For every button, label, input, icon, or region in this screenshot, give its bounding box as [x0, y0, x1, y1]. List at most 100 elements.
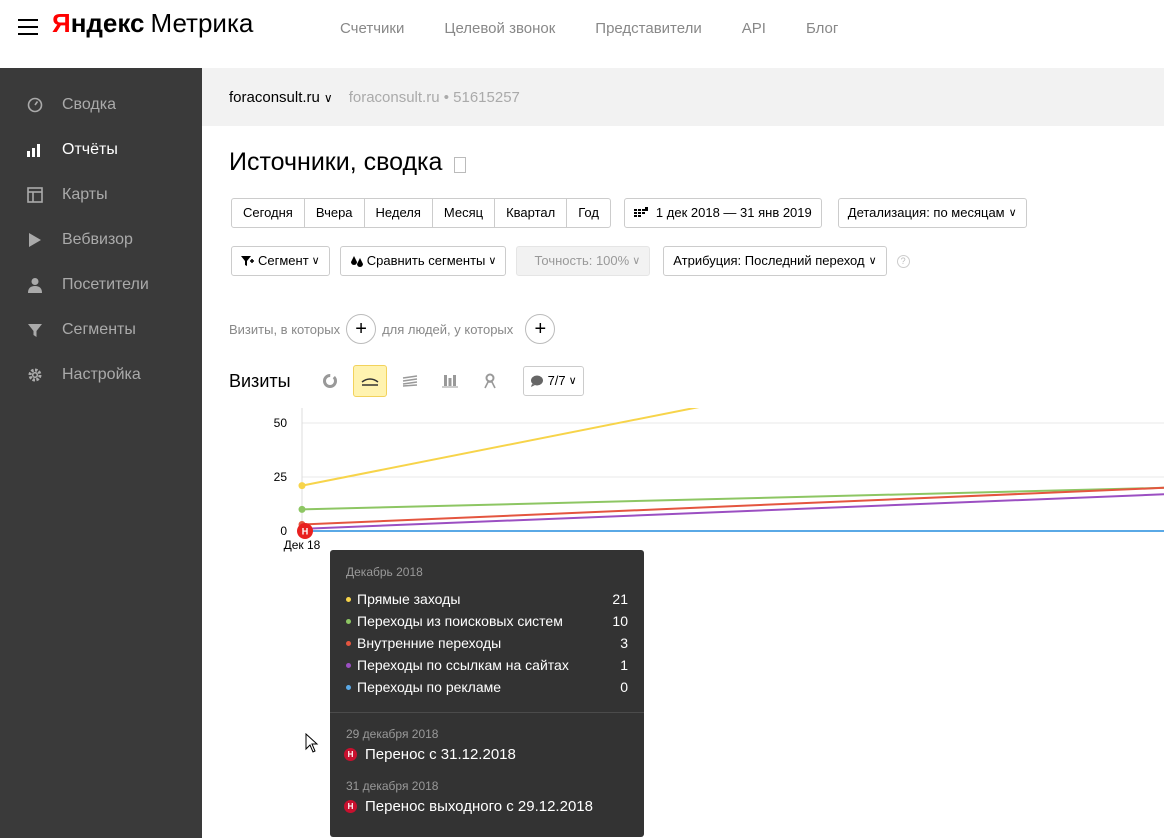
- sidebar: Сводка Отчёты Карты Вебвизор Посетители: [0, 68, 202, 838]
- series-point: [298, 482, 306, 490]
- nav-blog[interactable]: Блог: [806, 20, 838, 37]
- attribution-label: Атрибуция: Последний переход: [673, 253, 865, 268]
- period-year-button[interactable]: Год: [567, 199, 610, 227]
- accuracy-select[interactable]: Точность: 100% ∨: [516, 246, 651, 276]
- holiday-item: Н Перенос выходного с 29.12.2018: [344, 798, 593, 815]
- sidebar-item-segments[interactable]: Сегменты: [0, 307, 202, 352]
- sidebar-item-settings[interactable]: Настройка: [0, 352, 202, 397]
- y-tick-label: 50: [274, 416, 288, 430]
- sidebar-item-label: Карты: [62, 185, 108, 203]
- chevron-down-icon: ∨: [868, 255, 877, 267]
- compare-segments-button[interactable]: Сравнить сегменты ∨: [339, 246, 507, 276]
- series-count: 7/7: [547, 373, 566, 388]
- line-chart-icon[interactable]: [352, 365, 387, 397]
- area-chart-icon[interactable]: [393, 365, 427, 397]
- series-select[interactable]: 7/7 ∨: [522, 366, 584, 396]
- holiday-item: Н Перенос с 31.12.2018: [344, 746, 516, 763]
- chart-title: Визиты: [229, 370, 291, 391]
- period-month-button[interactable]: Месяц: [433, 199, 496, 227]
- holiday-marker-label: Н: [302, 527, 309, 537]
- period-quarter-button[interactable]: Квартал: [495, 199, 568, 227]
- menu-icon[interactable]: [18, 19, 38, 35]
- nav-target-call[interactable]: Целевой звонок: [444, 20, 555, 37]
- mouse-cursor-icon: [305, 733, 319, 753]
- period-row: Сегодня Вчера Неделя Месяц Квартал Год 1…: [231, 198, 1027, 228]
- tooltip-row-label: Прямые заходы: [357, 591, 461, 607]
- sidebar-item-reports[interactable]: Отчёты: [0, 127, 202, 172]
- play-icon: [26, 231, 44, 249]
- logo[interactable]: Яндекс Метрика: [52, 8, 253, 39]
- x-tick-label: Дек 18: [284, 538, 321, 552]
- period-week-button[interactable]: Неделя: [365, 199, 433, 227]
- person-icon: [26, 276, 44, 294]
- logo-product: Метрика: [150, 8, 254, 38]
- tooltip-row: Прямые заходы 21: [346, 589, 628, 609]
- tooltip-row: Переходы по рекламе 0: [346, 677, 628, 697]
- counter-selector[interactable]: foraconsult.ru ∨: [229, 89, 333, 106]
- add-visit-condition-button[interactable]: +: [346, 314, 377, 344]
- top-nav: Счетчики Целевой звонок Представители AP…: [340, 20, 878, 37]
- attribution-select[interactable]: Атрибуция: Последний переход ∨: [663, 246, 887, 276]
- sidebar-item-label: Настройка: [62, 365, 141, 383]
- counter-bar: foraconsult.ru ∨ foraconsult.ru • 5161525…: [202, 68, 1164, 126]
- y-tick-label: 0: [280, 524, 287, 538]
- chevron-down-icon: ∨: [323, 90, 333, 105]
- logo-ndex: ндекс: [70, 8, 145, 38]
- detail-label: Детализация: по месяцам: [847, 205, 1005, 220]
- period-buttons: Сегодня Вчера Неделя Месяц Квартал Год: [231, 198, 611, 228]
- tooltip-row-label: Переходы из поисковых систем: [357, 613, 563, 629]
- series-line: [301, 408, 700, 487]
- map-pin-icon[interactable]: [473, 365, 507, 397]
- bookmark-icon[interactable]: [454, 156, 467, 173]
- nav-api[interactable]: API: [742, 20, 766, 37]
- compare-label: Сравнить сегменты: [366, 253, 486, 268]
- period-yesterday-button[interactable]: Вчера: [305, 199, 365, 227]
- visits-condition-label: Визиты, в которых: [229, 321, 341, 337]
- sidebar-item-maps[interactable]: Карты: [0, 172, 202, 217]
- sidebar-item-label: Посетители: [62, 275, 149, 293]
- series-dot-ads: [346, 684, 351, 690]
- funnel-icon: [26, 321, 44, 339]
- nav-counters[interactable]: Счетчики: [340, 20, 404, 37]
- bar-chart-icon: [26, 141, 44, 159]
- sidebar-item-visitors[interactable]: Посетители: [0, 262, 202, 307]
- counter-name: foraconsult.ru: [229, 88, 320, 106]
- chevron-down-icon: ∨: [311, 255, 320, 267]
- top-header: Яндекс Метрика Счетчики Целевой звонок Пр…: [0, 0, 1164, 68]
- holiday-text: Перенос выходного с 29.12.2018: [365, 798, 593, 815]
- holiday-badge-icon: Н: [344, 800, 357, 813]
- series-dot-internal: [346, 640, 351, 646]
- series-dot-links: [346, 662, 351, 668]
- detail-select[interactable]: Детализация: по месяцам ∨: [837, 198, 1027, 228]
- tooltip-row-value: 10: [612, 613, 628, 629]
- tooltip-row-label: Переходы по ссылкам на сайтах: [357, 657, 569, 673]
- date-range-button[interactable]: 1 дек 2018 — 31 янв 2019: [623, 198, 822, 228]
- tooltip-row-value: 3: [620, 635, 628, 651]
- help-icon[interactable]: ?: [896, 254, 910, 268]
- tooltip-row-value: 0: [620, 679, 628, 695]
- chevron-down-icon: ∨: [488, 255, 497, 267]
- pie-chart-icon[interactable]: [313, 365, 347, 397]
- series-dot-search: [346, 618, 351, 624]
- holiday-date: 31 декабря 2018: [346, 779, 439, 793]
- chart-tooltip: Декабрь 2018 Прямые заходы 21 Переходы и…: [330, 550, 644, 837]
- gauge-icon: [26, 96, 44, 114]
- gear-icon: [26, 366, 44, 384]
- map-icon: [26, 186, 44, 204]
- tooltip-row: Переходы из поисковых систем 10: [346, 611, 628, 631]
- segment-label: Сегмент: [258, 253, 309, 268]
- column-chart-icon[interactable]: [433, 365, 467, 397]
- sidebar-item-webvisor[interactable]: Вебвизор: [0, 217, 202, 262]
- sidebar-item-summary[interactable]: Сводка: [0, 82, 202, 127]
- sidebar-item-label: Вебвизор: [62, 230, 133, 248]
- chevron-down-icon: ∨: [1008, 207, 1017, 219]
- conditions-row: Визиты, в которых + для людей, у которых…: [229, 314, 561, 344]
- segment-button[interactable]: Сегмент ∨: [231, 246, 330, 276]
- funnel-icon: [241, 255, 255, 267]
- period-today-button[interactable]: Сегодня: [232, 199, 305, 227]
- date-range-label: 1 дек 2018 — 31 янв 2019: [655, 205, 812, 220]
- nav-representatives[interactable]: Представители: [595, 20, 701, 37]
- counter-info: foraconsult.ru • 51615257: [348, 88, 520, 106]
- tooltip-row-label: Внутренние переходы: [357, 635, 502, 651]
- add-people-condition-button[interactable]: +: [525, 314, 556, 344]
